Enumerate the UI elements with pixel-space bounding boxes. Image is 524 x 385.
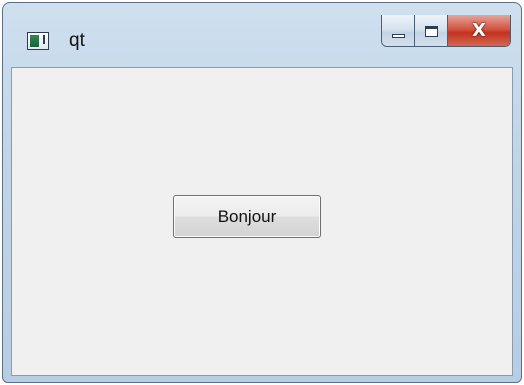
close-icon: X <box>472 20 486 41</box>
minimize-button[interactable] <box>382 15 415 46</box>
client-area: Bonjour <box>11 67 513 376</box>
maximize-icon <box>424 25 438 37</box>
caption-buttons: X <box>381 15 511 47</box>
close-button[interactable]: X <box>448 15 510 46</box>
maximize-button[interactable] <box>415 15 448 46</box>
app-window: qt X Bonjour <box>2 2 522 383</box>
bonjour-button[interactable]: Bonjour <box>173 195 321 238</box>
title-bar[interactable]: qt X <box>3 3 521 65</box>
minimize-icon <box>391 34 405 38</box>
app-window-icon[interactable] <box>27 32 49 50</box>
window-title: qt <box>69 30 85 51</box>
